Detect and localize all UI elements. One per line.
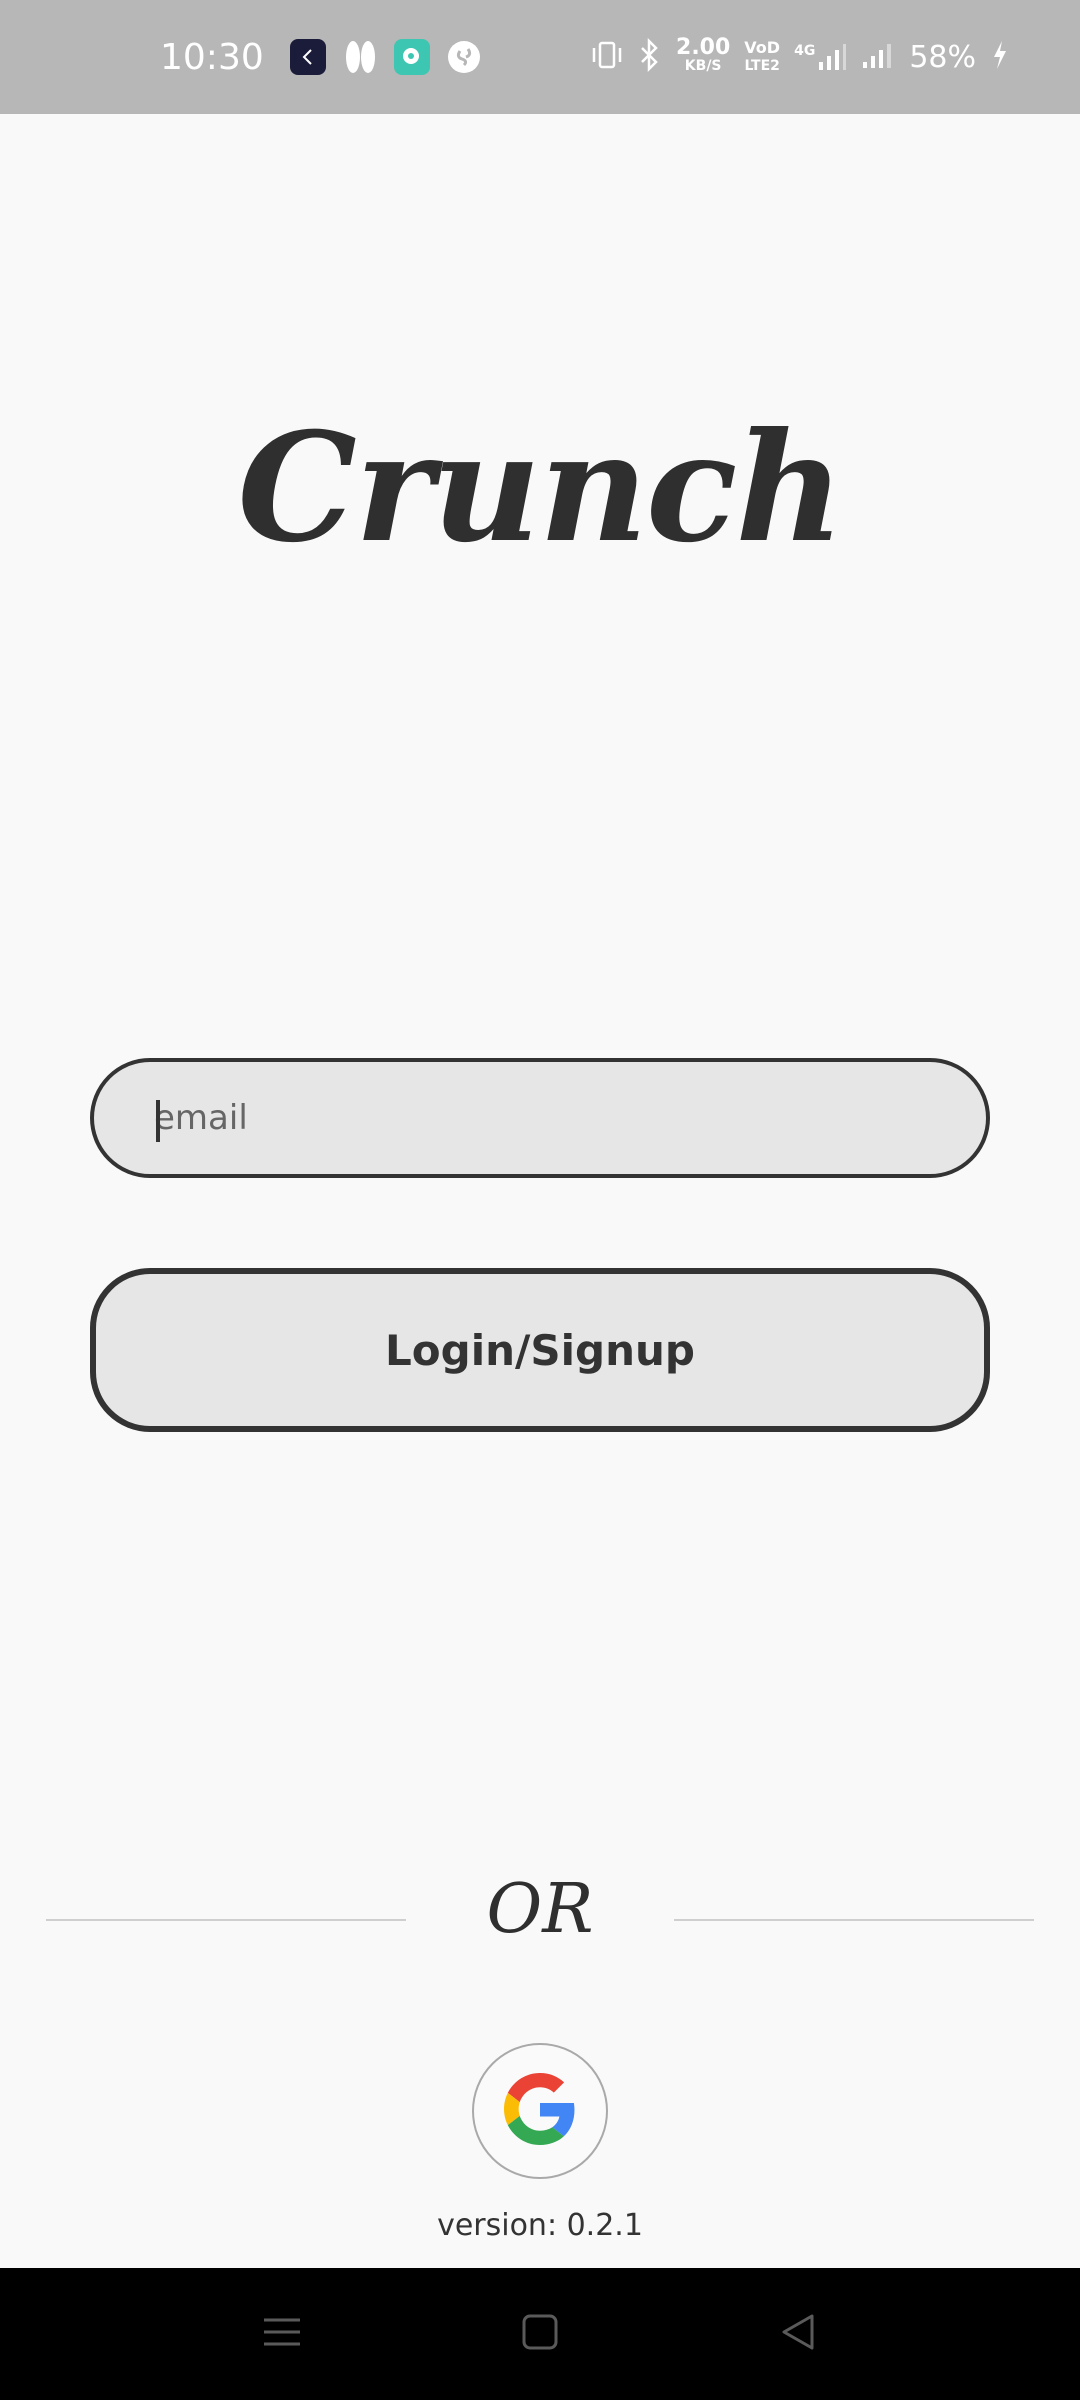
- app-pill-icon: [342, 39, 378, 75]
- battery-percent: 58%: [909, 39, 976, 75]
- menu-icon: [262, 2312, 302, 2356]
- back-button[interactable]: [758, 2298, 838, 2370]
- version-label: version: 0.2.1: [437, 2208, 643, 2243]
- divider-line-left: [46, 1919, 406, 1921]
- home-button[interactable]: [500, 2298, 580, 2370]
- volte-bottom: LTE2: [744, 58, 780, 74]
- google-icon: [504, 2073, 576, 2149]
- charging-icon: [990, 39, 1010, 75]
- app-chat-icon: [393, 39, 430, 75]
- back-icon: [778, 2312, 818, 2356]
- google-signin-button[interactable]: [472, 2043, 608, 2179]
- signal-4g-icon: 4G: [794, 42, 847, 72]
- navigation-bar: [0, 2268, 1080, 2400]
- status-right: 2.00 KB/S VoD LTE2 4G 58%: [590, 0, 1010, 114]
- status-left: 10:30: [160, 0, 498, 114]
- divider-line-right: [674, 1919, 1034, 1921]
- volte-top: VoD: [744, 38, 781, 57]
- volte-indicator: VoD LTE2: [744, 39, 780, 75]
- recent-apps-button[interactable]: [242, 2298, 322, 2370]
- home-icon: [520, 2312, 560, 2356]
- email-input[interactable]: [154, 1098, 934, 1138]
- email-field-container[interactable]: [90, 1058, 990, 1178]
- login-signup-button[interactable]: Login/Signup: [90, 1268, 990, 1432]
- status-bar: 10:30 2.00 KB/S VoD LTE2 4G 58%: [0, 0, 1080, 114]
- status-time: 10:30: [160, 36, 264, 78]
- text-cursor: [156, 1100, 160, 1142]
- app-clock-icon: [289, 39, 326, 75]
- network-type: 4G: [794, 43, 816, 59]
- or-label: OR: [486, 1870, 594, 1949]
- bluetooth-icon: [638, 37, 662, 76]
- app-logo: Crunch: [237, 400, 845, 576]
- signal-icon: [861, 40, 895, 74]
- network-speed-value: 2.00: [676, 35, 731, 60]
- shazam-icon: [446, 39, 482, 75]
- vibrate-icon: [590, 40, 624, 74]
- network-speed: 2.00 KB/S: [676, 35, 731, 75]
